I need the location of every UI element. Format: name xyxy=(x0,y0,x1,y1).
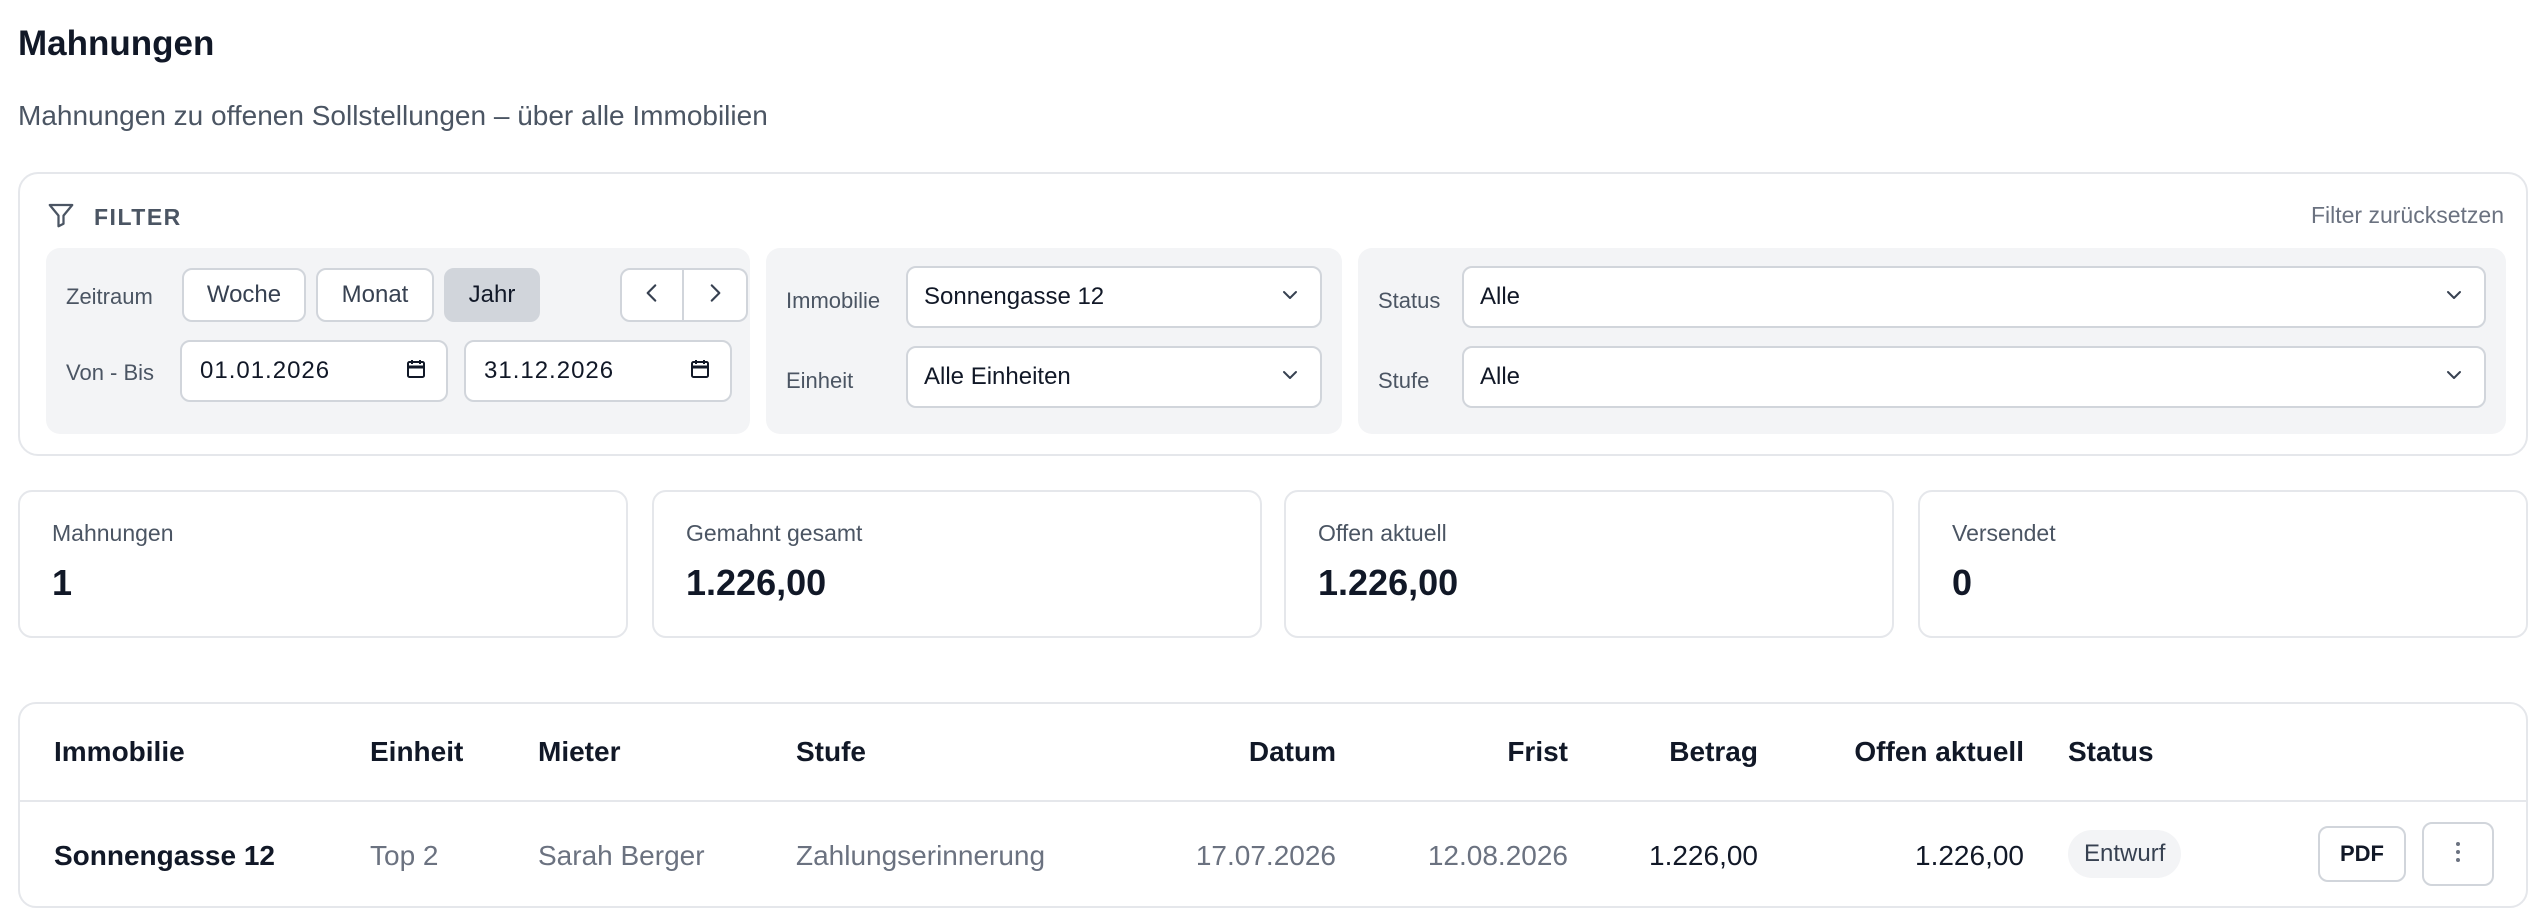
status-filter-group: Status Alle Stufe Alle xyxy=(1358,248,2506,434)
chevron-down-icon xyxy=(2442,283,2466,312)
cell-offen-aktuell: 1.226,00 xyxy=(1915,840,2024,871)
date-to-input[interactable]: 31.12.2026 xyxy=(464,340,732,402)
stat-label: Versendet xyxy=(1952,520,2056,546)
period-filter-group: Zeitraum Woche Monat Jahr Von - Bis 01.0… xyxy=(46,248,750,434)
date-from-input[interactable]: 01.01.2026 xyxy=(180,340,448,402)
period-week-button[interactable]: Woche xyxy=(182,268,306,322)
page-subtitle: Mahnungen zu offenen Sollstellungen – üb… xyxy=(18,100,768,131)
pdf-button[interactable]: PDF xyxy=(2318,826,2406,882)
stufe-select-value: Alle xyxy=(1480,363,1521,390)
column-header-datum[interactable]: Datum xyxy=(1249,736,1336,768)
date-from-value: 01.01.2026 xyxy=(200,357,331,384)
filter-header: FILTER xyxy=(46,200,182,235)
stat-card-mahnungen: Mahnungen 1 xyxy=(18,490,628,638)
cell-immobilie: Sonnengasse 12 xyxy=(54,840,275,871)
column-header-mieter[interactable]: Mieter xyxy=(538,736,620,768)
more-vertical-icon xyxy=(2446,837,2470,872)
cell-datum: 17.07.2026 xyxy=(1195,840,1336,871)
column-header-einheit[interactable]: Einheit xyxy=(370,736,463,768)
stufe-select[interactable]: Alle xyxy=(1462,346,2486,408)
stat-value: 1.226,00 xyxy=(686,562,827,603)
stat-card-offen-aktuell: Offen aktuell 1.226,00 xyxy=(1284,490,1894,638)
einheit-label: Einheit xyxy=(786,368,854,393)
filter-reset-link[interactable]: Filter zurücksetzen xyxy=(2311,202,2504,229)
chevron-right-icon xyxy=(702,280,728,311)
chevron-down-icon xyxy=(1278,363,1302,392)
mahnungen-table: Immobilie Einheit Mieter Stufe Datum Fri… xyxy=(18,702,2528,908)
date-to-value: 31.12.2026 xyxy=(484,357,615,384)
page-title: Mahnungen xyxy=(18,24,215,63)
period-prev-button[interactable] xyxy=(620,268,684,322)
cell-frist: 12.08.2026 xyxy=(1427,840,1568,871)
property-filter-group: Immobilie Sonnengasse 12 Einheit Alle Ei… xyxy=(766,248,1342,434)
chevron-down-icon xyxy=(1278,283,1302,312)
column-header-offen-aktuell[interactable]: Offen aktuell xyxy=(1854,736,2024,768)
calendar-icon[interactable] xyxy=(404,357,428,386)
column-header-betrag[interactable]: Betrag xyxy=(1669,736,1758,768)
stat-value: 0 xyxy=(1952,562,1973,603)
stufe-label: Stufe xyxy=(1378,368,1430,393)
table-row[interactable]: Sonnengasse 12 Top 2 Sarah Berger Zahlun… xyxy=(20,802,2526,906)
stat-value: 1 xyxy=(52,562,73,603)
column-header-immobilie[interactable]: Immobilie xyxy=(54,736,185,768)
filter-panel: FILTER Filter zurücksetzen Zeitraum Woch… xyxy=(18,172,2528,456)
immobilie-label: Immobilie xyxy=(786,288,881,313)
cell-stufe: Zahlungserinnerung xyxy=(796,840,1046,871)
cell-einheit: Top 2 xyxy=(370,840,439,871)
status-label: Status xyxy=(1378,288,1441,313)
more-actions-button[interactable] xyxy=(2422,822,2494,886)
column-header-stufe[interactable]: Stufe xyxy=(796,736,866,768)
status-select-value: Alle xyxy=(1480,283,1521,310)
table-header: Immobilie Einheit Mieter Stufe Datum Fri… xyxy=(20,704,2526,802)
calendar-icon[interactable] xyxy=(688,357,712,386)
funnel-icon xyxy=(46,200,76,235)
cell-mieter: Sarah Berger xyxy=(538,840,705,871)
period-year-button[interactable]: Jahr xyxy=(444,268,540,322)
status-select[interactable]: Alle xyxy=(1462,266,2486,328)
stat-card-gemahnt-gesamt: Gemahnt gesamt 1.226,00 xyxy=(652,490,1262,638)
column-header-status[interactable]: Status xyxy=(2068,736,2154,768)
einheit-select-value: Alle Einheiten xyxy=(924,363,1071,390)
stat-label: Mahnungen xyxy=(52,520,174,546)
stat-label: Gemahnt gesamt xyxy=(686,520,863,546)
immobilie-select-value: Sonnengasse 12 xyxy=(924,283,1105,310)
chevron-down-icon xyxy=(2442,363,2466,392)
zeitraum-label: Zeitraum xyxy=(66,284,153,309)
period-next-button[interactable] xyxy=(684,268,748,322)
filter-heading: FILTER xyxy=(94,204,182,230)
immobilie-select[interactable]: Sonnengasse 12 xyxy=(906,266,1322,328)
stat-label: Offen aktuell xyxy=(1318,520,1447,546)
column-header-frist[interactable]: Frist xyxy=(1507,736,1568,768)
chevron-left-icon xyxy=(639,280,665,311)
cell-betrag: 1.226,00 xyxy=(1649,840,1758,871)
einheit-select[interactable]: Alle Einheiten xyxy=(906,346,1322,408)
stat-value: 1.226,00 xyxy=(1318,562,1459,603)
status-badge: Entwurf xyxy=(2068,830,2182,878)
stat-card-versendet: Versendet 0 xyxy=(1918,490,2528,638)
range-label: Von - Bis xyxy=(66,360,155,385)
period-month-button[interactable]: Monat xyxy=(316,268,434,322)
